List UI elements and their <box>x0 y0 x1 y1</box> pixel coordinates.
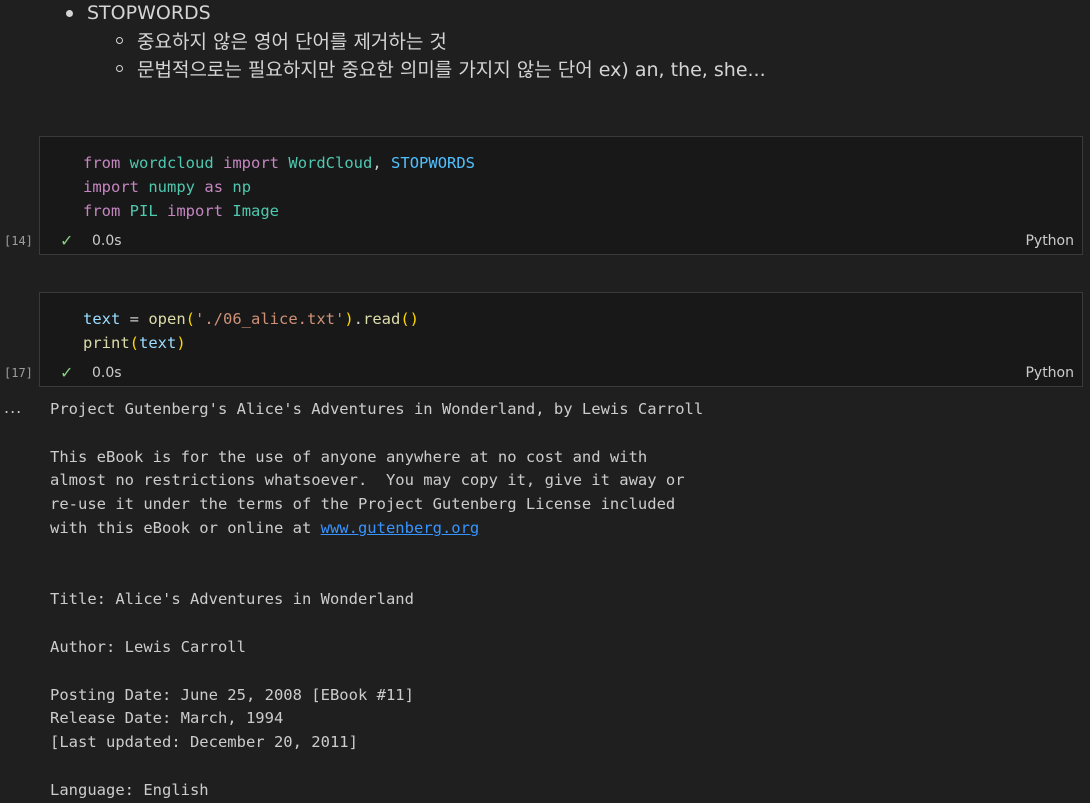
code-editor[interactable]: text = open('./06_alice.txt').read()prin… <box>40 293 1082 355</box>
sub-bullet-text: 중요하지 않은 영어 단어를 제거하는 것 <box>137 30 447 53</box>
output-line: re-use it under the terms of the Project… <box>50 495 676 514</box>
output-more-icon[interactable]: ... <box>4 398 22 417</box>
output-line: Language: English <box>50 780 209 799</box>
code-cell[interactable]: text = open('./06_alice.txt').read()prin… <box>39 292 1083 387</box>
execution-count: [14] <box>4 234 33 248</box>
code-line: print(text) <box>83 334 186 352</box>
execution-count: [17] <box>4 366 33 380</box>
code-line: from PIL import Image <box>83 202 280 220</box>
execution-time: 0.0s <box>92 233 122 249</box>
cell-status-bar: ✓ 0.0s Python <box>40 231 1082 253</box>
output-line: Posting Date: June 25, 2008 [EBook #11] <box>50 685 414 704</box>
code-line: import numpy as np <box>83 178 252 196</box>
bullet-circle-icon <box>116 64 123 72</box>
code-editor[interactable]: from wordcloud import WordCloud, STOPWOR… <box>40 137 1082 223</box>
output-line: Release Date: March, 1994 <box>50 709 284 728</box>
bullet-circle-icon <box>116 36 123 44</box>
cell-output: Project Gutenberg's Alice's Adventures i… <box>50 398 703 803</box>
output-line: almost no restrictions whatsoever. You m… <box>50 471 685 490</box>
bullet-text: STOPWORDS <box>87 2 211 24</box>
success-check-icon: ✓ <box>60 231 74 250</box>
success-check-icon: ✓ <box>60 363 74 382</box>
cell-status-bar: ✓ 0.0s Python <box>40 363 1082 385</box>
code-line: text = open('./06_alice.txt').read() <box>83 310 419 328</box>
output-line: with this eBook or online at www.gutenbe… <box>50 518 480 537</box>
sub-bullet-text: 문법적으로는 필요하지만 중요한 의미를 가지지 않는 단어 ex) an, t… <box>137 58 766 81</box>
cell-language[interactable]: Python <box>1025 365 1074 381</box>
gutenberg-link[interactable]: www.gutenberg.org <box>321 519 480 537</box>
code-cell[interactable]: from wordcloud import WordCloud, STOPWOR… <box>39 136 1083 255</box>
sub-bullet: 중요하지 않은 영어 단어를 제거하는 것 <box>116 26 447 54</box>
execution-time: 0.0s <box>92 365 122 381</box>
output-line: Author: Lewis Carroll <box>50 637 246 656</box>
code-line: from wordcloud import WordCloud, STOPWOR… <box>83 154 476 172</box>
output-line: This eBook is for the use of anyone anyw… <box>50 447 648 466</box>
output-line: Title: Alice's Adventures in Wonderland <box>50 590 414 609</box>
cell-language[interactable]: Python <box>1025 233 1074 249</box>
bullet-stopwords: STOPWORDS <box>66 0 211 26</box>
output-line: Project Gutenberg's Alice's Adventures i… <box>50 400 704 418</box>
output-line: [Last updated: December 20, 2011] <box>50 733 358 752</box>
sub-bullet: 문법적으로는 필요하지만 중요한 의미를 가지지 않는 단어 ex) an, t… <box>116 54 766 82</box>
bullet-dot-icon <box>66 9 73 17</box>
